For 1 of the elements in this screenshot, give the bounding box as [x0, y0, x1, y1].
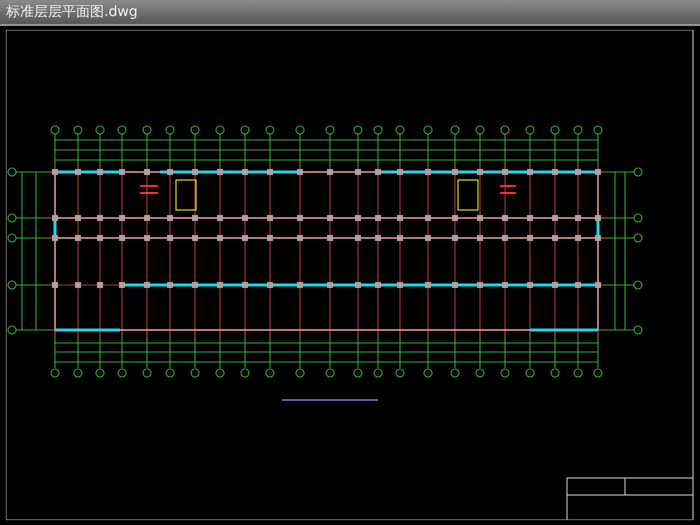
window-title: 标准层层平面图.dwg — [6, 3, 138, 21]
